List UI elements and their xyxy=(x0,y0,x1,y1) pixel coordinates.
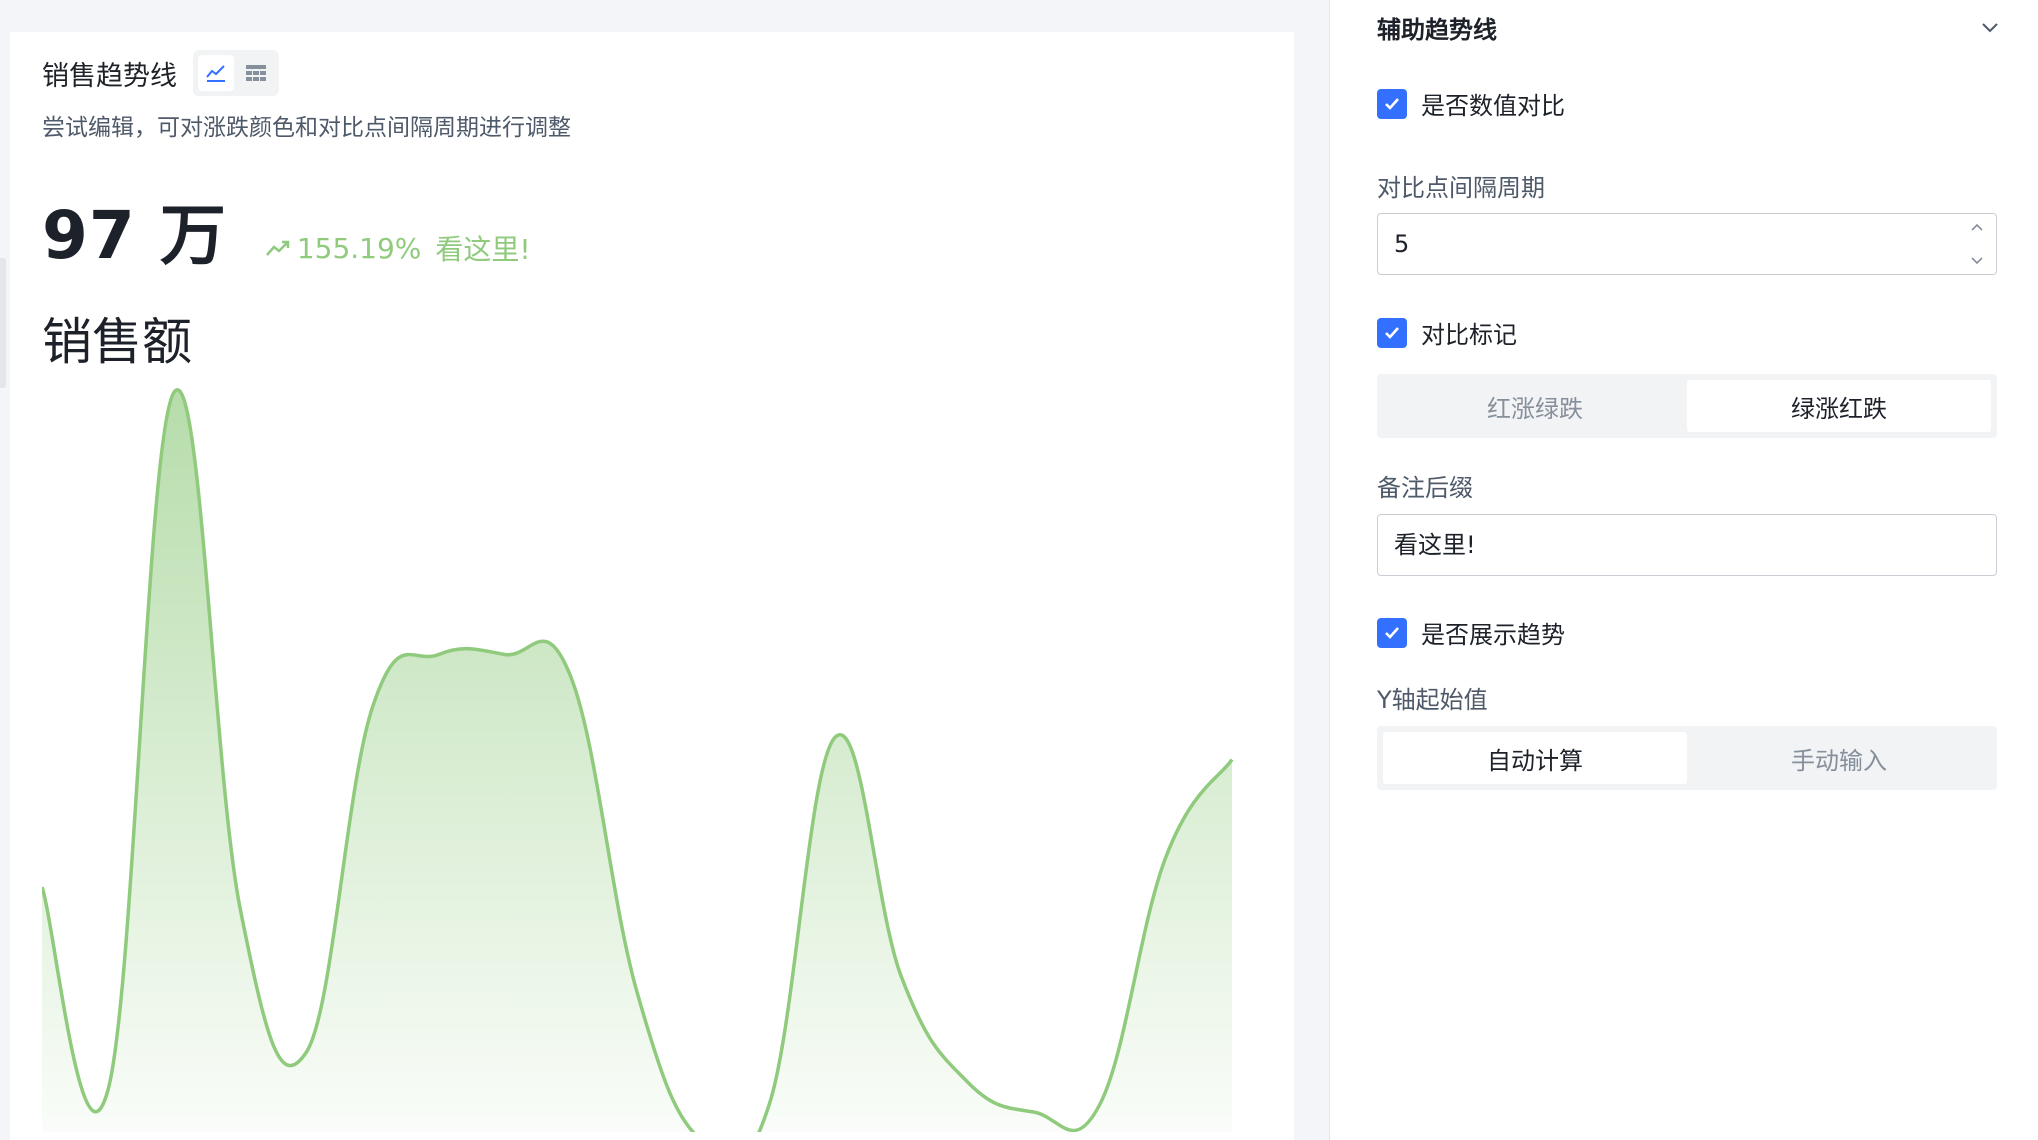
kpi-row: 97 万 155.19% 看这里! xyxy=(42,182,531,278)
kpi-change: 155.19% 看这里! xyxy=(265,228,531,268)
left-edge-marker xyxy=(0,258,6,388)
stepper-up-icon[interactable] xyxy=(1970,222,1984,232)
kpi-change-suffix: 看这里! xyxy=(435,233,531,266)
kpi-value: 97 万 xyxy=(42,197,227,274)
line-view-button[interactable] xyxy=(198,55,234,91)
interval-input[interactable]: 5 xyxy=(1377,213,1997,275)
y-start-segmented: 自动计算 手动输入 xyxy=(1377,726,1997,790)
show-trend-row[interactable]: 是否展示趋势 xyxy=(1377,615,1565,650)
marker-option-green-up[interactable]: 绿涨红跌 xyxy=(1687,380,1991,432)
line-chart-icon xyxy=(206,65,225,82)
table-view-button[interactable] xyxy=(238,55,274,91)
kpi-change-percent: 155.19% xyxy=(296,231,422,265)
y-start-option-auto[interactable]: 自动计算 xyxy=(1383,732,1687,784)
compare-marker-label: 对比标记 xyxy=(1421,321,1517,349)
suffix-value: 看这里! xyxy=(1394,531,1476,559)
interval-label: 对比点间隔周期 xyxy=(1377,174,1545,202)
compare-value-checkbox[interactable] xyxy=(1377,88,1407,119)
marker-option-red-up[interactable]: 红涨绿跌 xyxy=(1383,380,1687,432)
compare-marker-row[interactable]: 对比标记 xyxy=(1377,315,1517,350)
kpi-label: 销售额 xyxy=(42,313,192,371)
marker-color-segmented: 红涨绿跌 绿涨红跌 xyxy=(1377,374,1997,438)
compare-marker-checkbox[interactable] xyxy=(1377,317,1407,348)
compare-value-label: 是否数值对比 xyxy=(1421,92,1565,120)
card-header: 销售趋势线 xyxy=(42,50,279,96)
settings-panel: 辅助趋势线 是否数值对比 对比点间隔周期 5 对比标记 红涨绿跌 绿涨红跌 备注… xyxy=(1330,0,2038,1140)
y-start-label: Y轴起始值 xyxy=(1377,686,1488,714)
check-icon xyxy=(1385,626,1399,639)
suffix-input[interactable]: 看这里! xyxy=(1377,514,1997,576)
check-icon xyxy=(1385,326,1399,339)
check-icon xyxy=(1385,97,1399,110)
card-description: 尝试编辑，可对涨跌颜色和对比点间隔周期进行调整 xyxy=(42,115,571,141)
chevron-down-icon[interactable] xyxy=(1977,14,2003,40)
table-icon xyxy=(246,65,266,81)
stepper-down-icon[interactable] xyxy=(1970,256,1984,266)
compare-value-row[interactable]: 是否数值对比 xyxy=(1377,86,1565,121)
view-switch xyxy=(193,50,279,96)
y-start-option-manual[interactable]: 手动输入 xyxy=(1687,732,1991,784)
card-title: 销售趋势线 xyxy=(42,60,177,92)
trend-up-icon xyxy=(265,240,290,256)
show-trend-label: 是否展示趋势 xyxy=(1421,621,1565,649)
suffix-label: 备注后缀 xyxy=(1377,474,1473,502)
trend-card: 销售趋势线 尝试编辑，可对涨跌颜色和对比点间隔周期进行调整 97 万 155.1… xyxy=(10,32,1294,1140)
trend-area-chart xyxy=(42,388,1234,1132)
interval-value: 5 xyxy=(1394,230,1410,258)
interval-stepper[interactable] xyxy=(1964,222,1990,266)
panel-title: 辅助趋势线 xyxy=(1377,16,1497,44)
show-trend-checkbox[interactable] xyxy=(1377,617,1407,648)
